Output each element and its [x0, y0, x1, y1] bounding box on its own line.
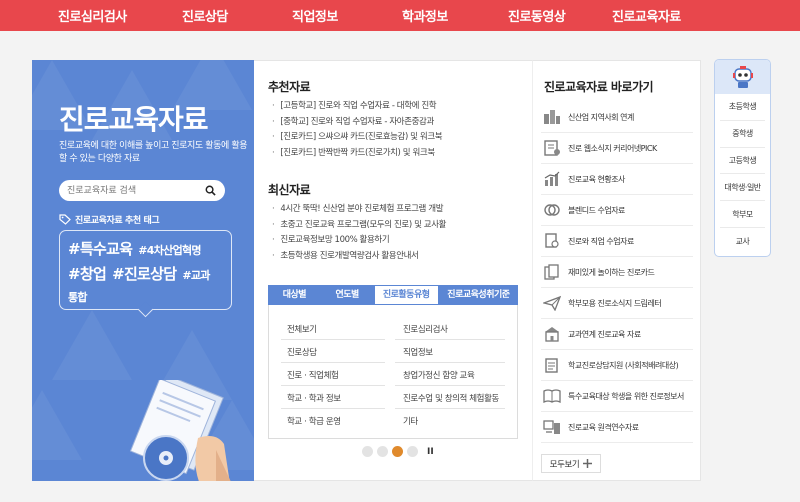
- tab-activity-type[interactable]: 진로활동유형: [373, 285, 439, 305]
- quick-high-school[interactable]: 고등학생: [720, 148, 765, 175]
- shortcut-survey[interactable]: 진로교육 현황조사: [541, 164, 693, 195]
- quick-menu: 초등학생 중학생 고등학생 대학생·일반 학부모 교사: [714, 59, 771, 257]
- quick-middle-school[interactable]: 중학생: [720, 121, 765, 148]
- list-item[interactable]: 진로교육정보망 100% 활용하기: [272, 233, 446, 249]
- category-career-test[interactable]: 진로심리검사: [403, 323, 448, 335]
- document-icon: [541, 232, 563, 250]
- hero-title: 진로교육자료: [59, 103, 209, 136]
- shortcut-web-newsletter[interactable]: 진로 웹소식지 커리어넷PICK: [541, 133, 693, 164]
- shortcuts-title: 진로교육자료 바로가기: [544, 80, 654, 94]
- quick-university-general[interactable]: 대학생·일반: [720, 174, 765, 202]
- shortcut-new-industry[interactable]: 신산업 지역사회 연계: [541, 102, 693, 133]
- nav-career-materials[interactable]: 진로교육자료: [612, 6, 681, 25]
- shortcut-career-cards[interactable]: 재미있게 놀이하는 진로카드: [541, 257, 693, 288]
- list-item[interactable]: [중학교] 진로와 직업 수업자료 - 자아존중감과: [272, 115, 442, 131]
- hero-panel: 진로교육자료 진로교육에 대한 이해를 높이고 진로지도 활동에 활용할 수 있…: [32, 60, 254, 481]
- shortcut-special-education[interactable]: 특수교육대상 학생을 위한 진로정보서: [541, 381, 693, 412]
- pager-dot[interactable]: [362, 446, 373, 457]
- nav-career-counseling[interactable]: 진로상담: [182, 6, 228, 25]
- nav-major-info[interactable]: 학과정보: [402, 6, 448, 25]
- nav-career-test[interactable]: 진로심리검사: [58, 6, 127, 25]
- list-item[interactable]: [고등학교] 진로와 직업 수업자료 - 대학에 진학: [272, 99, 442, 115]
- tag-4th-industrial[interactable]: #4차산업혁명: [138, 244, 201, 257]
- list-item[interactable]: 초등학생용 진로개발역량검사 활용안내서: [272, 249, 446, 265]
- search-icon[interactable]: [205, 185, 216, 196]
- material-search-input[interactable]: [67, 183, 197, 198]
- cards-icon: [541, 263, 563, 281]
- list-item[interactable]: 초중고 진로교육 프로그램(모두의 진로) 및 교사활: [272, 218, 446, 234]
- quick-menu-header: [715, 60, 770, 94]
- tab-by-year[interactable]: 연도별: [321, 285, 374, 305]
- nav-job-info[interactable]: 직업정보: [292, 6, 338, 25]
- quick-elementary[interactable]: 초등학생: [720, 94, 765, 121]
- pause-button[interactable]: II: [427, 447, 434, 457]
- category-job-experience[interactable]: 진로 · 직업체험: [287, 369, 339, 381]
- pager-dot[interactable]: [407, 446, 418, 457]
- latest-title: 최신자료: [268, 183, 311, 197]
- category-counseling[interactable]: 진로상담: [287, 346, 317, 358]
- tag-bubble: #특수교육 #4차산업혁명 #창업 #진로상담 #교과 통합: [59, 230, 232, 310]
- school-icon: [541, 325, 563, 343]
- tab-achievement-standard[interactable]: 진로교육성취기준: [439, 285, 518, 305]
- shortcut-dream-letter[interactable]: 학부모용 진로소식지 드림레터: [541, 288, 693, 319]
- notepad-icon: [541, 356, 563, 374]
- pager-dot-active[interactable]: [392, 446, 403, 457]
- list-item[interactable]: [진로카드] 반짝반짝 카드(진로가치) 및 워크북: [272, 146, 442, 162]
- hero-description: 진로교육에 대한 이해를 높이고 진로지도 활동에 활용할 수 있는 다양한 자…: [59, 141, 248, 164]
- list-item[interactable]: [진로카드] 으쌰으쌰 카드(진로효능감) 및 워크북: [272, 130, 442, 146]
- documents-illustration: [129, 380, 231, 481]
- category-etc[interactable]: 기타: [403, 415, 418, 427]
- quick-teachers[interactable]: 교사: [720, 228, 765, 255]
- shortcut-subject-linked[interactable]: 교과연계 진로교육 자료: [541, 319, 693, 350]
- top-navigation: 진로심리검사 진로상담 직업정보 학과정보 진로동영상 진로교육자료: [0, 0, 800, 31]
- category-job-info[interactable]: 직업정보: [403, 346, 433, 358]
- tab-by-target[interactable]: 대상별: [268, 285, 321, 305]
- monitor-icon: [541, 418, 563, 436]
- category-grid: 전체보기 진로심리검사 진로상담 직업정보 진로 · 직업체험 창업가정신 함양…: [268, 305, 518, 439]
- category-class-activity[interactable]: 진로수업 및 창의적 체험활동: [403, 392, 499, 404]
- tag-icon: [59, 214, 71, 225]
- chart-icon: [541, 170, 563, 188]
- recommended-title: 추천자료: [268, 80, 311, 94]
- category-school-operation[interactable]: 학교 · 학급 운영: [287, 415, 341, 427]
- recommended-latest-panel: 추천자료 [고등학교] 진로와 직업 수업자료 - 대학에 진학 [중학교] 진…: [254, 60, 532, 481]
- tag-startup[interactable]: #창업: [68, 265, 107, 283]
- tag-career-counseling[interactable]: #진로상담: [112, 265, 177, 283]
- nav-career-video[interactable]: 진로동영상: [508, 6, 566, 25]
- plus-icon: [583, 459, 593, 468]
- recommended-list: [고등학교] 진로와 직업 수업자료 - 대학에 진학 [중학교] 진로와 직업…: [272, 99, 442, 161]
- view-all-button[interactable]: 모두보기: [541, 454, 601, 473]
- shortcut-blended[interactable]: 블렌디드 수업자료: [541, 195, 693, 226]
- book-icon: [541, 387, 563, 405]
- category-entrepreneurship[interactable]: 창업가정신 함양 교육: [403, 369, 475, 381]
- category-tabs: 대상별 연도별 진로활동유형 진로교육성취기준: [268, 285, 518, 305]
- blend-icon: [541, 201, 563, 219]
- category-school-major[interactable]: 학교 · 학과 정보: [287, 392, 341, 404]
- shortcut-class-materials[interactable]: 진로와 직업 수업자료: [541, 226, 693, 257]
- shortcut-counseling-support[interactable]: 학교진로상담지원 (사회적배려대상): [541, 350, 693, 381]
- list-item[interactable]: 4시간 뚝딱! 신산업 분야 진로체험 프로그램 개발: [272, 202, 446, 218]
- city-icon: [541, 108, 563, 126]
- shortcuts-panel: 진로교육자료 바로가기 신산업 지역사회 연계 진로 웹소식지 커리어넷PICK…: [532, 60, 701, 481]
- recommended-tags-label: 진로교육자료 추천 태그: [75, 216, 160, 226]
- category-all[interactable]: 전체보기: [287, 323, 317, 335]
- slide-pager: II: [362, 446, 434, 457]
- shortcut-remote-training[interactable]: 진로교육 원격연수자료: [541, 412, 693, 443]
- quick-parents[interactable]: 학부모: [720, 201, 765, 228]
- newsletter-icon: [541, 139, 563, 157]
- pager-dot[interactable]: [377, 446, 388, 457]
- paper-plane-icon: [541, 294, 563, 312]
- robot-mascot-icon: [732, 66, 753, 88]
- material-search-box: [59, 180, 225, 201]
- latest-list: 4시간 뚝딱! 신산업 분야 진로체험 프로그램 개발 초중고 진로교육 프로그…: [272, 202, 446, 264]
- recommended-tags-heading: 진로교육자료 추천 태그: [59, 213, 160, 226]
- tag-subject[interactable]: #교과: [182, 269, 210, 282]
- tag-special-education[interactable]: #특수교육: [68, 240, 133, 258]
- tag-integration[interactable]: 통합: [68, 291, 88, 304]
